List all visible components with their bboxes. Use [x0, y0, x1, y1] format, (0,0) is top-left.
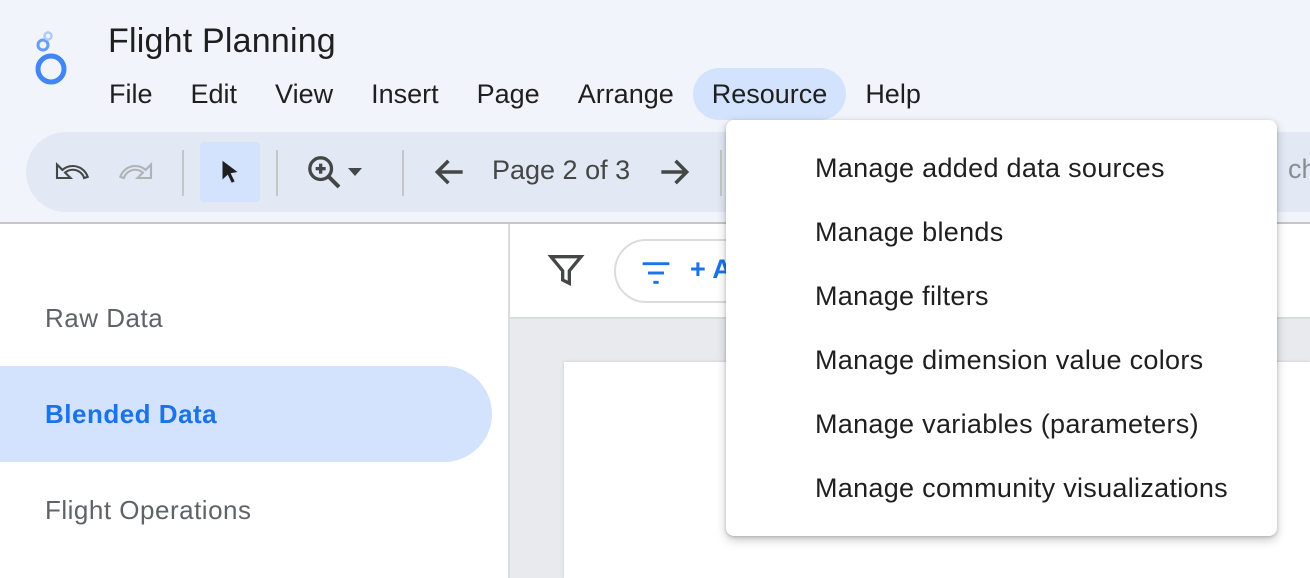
- undo-button[interactable]: [42, 142, 102, 202]
- menu-view[interactable]: View: [256, 68, 352, 120]
- page-item-blended-data[interactable]: Blended Data: [0, 366, 492, 462]
- menu-item-manage-variables[interactable]: Manage variables (parameters): [726, 392, 1277, 456]
- toolbar-divider: [276, 150, 278, 196]
- menu-item-manage-added-data-sources[interactable]: Manage added data sources: [726, 136, 1277, 200]
- toolbar-divider: [402, 150, 404, 196]
- select-tool-button[interactable]: [200, 142, 260, 202]
- dropdown-arrow-icon: [348, 168, 362, 176]
- resource-menu-dropdown: Manage added data sources Manage blends …: [726, 120, 1277, 536]
- zoom-dropdown-button[interactable]: [340, 142, 370, 202]
- menu-item-manage-blends[interactable]: Manage blends: [726, 200, 1277, 264]
- redo-button[interactable]: [106, 142, 166, 202]
- menu-item-manage-community-visualizations[interactable]: Manage community visualizations: [726, 456, 1277, 520]
- redo-icon: [118, 161, 153, 180]
- menu-arrange[interactable]: Arrange: [559, 68, 693, 120]
- report-title[interactable]: Flight Planning: [108, 22, 336, 61]
- filter-icon[interactable]: [546, 250, 586, 290]
- zoom-icon: [308, 156, 341, 189]
- filter-list-icon: [642, 262, 670, 284]
- next-page-button[interactable]: [644, 142, 704, 202]
- next-page-icon: [661, 159, 690, 185]
- menu-item-manage-filters[interactable]: Manage filters: [726, 264, 1277, 328]
- menu-insert[interactable]: Insert: [352, 68, 458, 120]
- pages-panel: Raw Data Blended Data Flight Operations: [0, 224, 508, 578]
- toolbar-truncated-label[interactable]: cha: [1288, 154, 1310, 185]
- menu-page[interactable]: Page: [458, 68, 559, 120]
- prev-page-icon: [434, 159, 463, 185]
- menu-edit[interactable]: Edit: [172, 68, 257, 120]
- menu-item-manage-dimension-value-colors[interactable]: Manage dimension value colors: [726, 328, 1277, 392]
- page-indicator: Page 2 of 3: [492, 155, 631, 185]
- menu-resource[interactable]: Resource: [692, 68, 847, 120]
- menu-help[interactable]: Help: [846, 68, 940, 120]
- previous-page-button[interactable]: [420, 142, 480, 202]
- page-item-raw-data[interactable]: Raw Data: [0, 270, 492, 366]
- select-pointer-icon: [222, 160, 238, 183]
- toolbar-divider: [720, 150, 722, 196]
- toolbar-divider: [182, 150, 184, 196]
- menu-file[interactable]: File: [90, 68, 172, 120]
- looker-studio-logo-icon[interactable]: [28, 28, 76, 88]
- menu-bar: File Edit View Insert Page Arrange Resou…: [90, 68, 940, 120]
- page-item-flight-operations[interactable]: Flight Operations: [0, 462, 492, 558]
- undo-icon: [55, 161, 90, 180]
